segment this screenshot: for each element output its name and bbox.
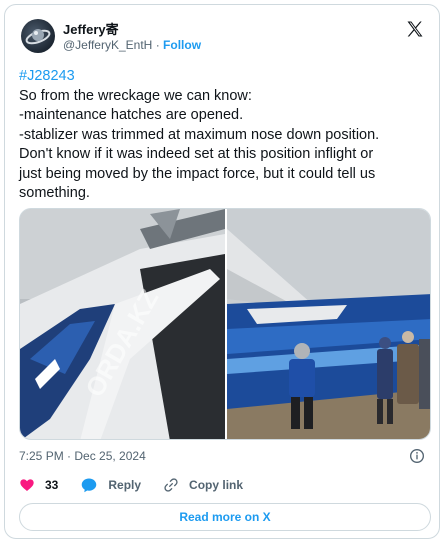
info-icon[interactable] <box>409 448 425 464</box>
tweet-line: -maintenance hatches are opened. <box>19 107 244 123</box>
wreckage-photo-left[interactable]: ORDA.KZ <box>20 209 225 440</box>
hashtag-link[interactable]: #J28243 <box>19 67 431 87</box>
like-count: 33 <box>45 478 59 492</box>
tweet-text: #J28243 So from the wreckage we can know… <box>19 67 431 204</box>
tweet-line: Don't know if it was indeed set at this … <box>19 146 374 162</box>
heart-icon <box>20 479 34 491</box>
wreckage-photo-right[interactable] <box>227 209 431 440</box>
action-bar: 33 Reply Copy link <box>19 477 265 493</box>
timestamp[interactable]: 7:25 PM · Dec 25, 2024 <box>19 449 146 463</box>
avatar[interactable] <box>21 19 55 53</box>
follow-button[interactable]: Follow <box>163 38 201 52</box>
link-icon <box>164 478 178 492</box>
handle-row: @JefferyK_EntH · Follow <box>63 38 201 52</box>
read-more-button[interactable]: Read more on X <box>19 503 431 531</box>
copy-link-label: Copy link <box>189 478 244 492</box>
media-grid: ORDA.KZ <box>19 208 431 440</box>
reply-bubble-icon <box>82 478 97 493</box>
handle[interactable]: @JefferyK_EntH <box>63 38 152 52</box>
reply-label: Reply <box>108 478 142 492</box>
tweet-line: -stablizer was trimmed at maximum nose d… <box>19 126 380 143</box>
tweet-line: something. <box>19 185 90 201</box>
x-logo-icon[interactable] <box>405 19 425 39</box>
avatar-image <box>25 29 51 45</box>
display-name[interactable]: Jeffery寄 <box>63 19 119 38</box>
handle-separator: · <box>155 38 160 52</box>
like-button[interactable]: 33 <box>19 477 58 493</box>
reply-button[interactable]: Reply <box>80 477 141 493</box>
copy-link-button[interactable]: Copy link <box>163 477 243 493</box>
tweet-line: So from the wreckage we can know: <box>19 87 252 104</box>
tweet-card: Jeffery寄 @JefferyK_EntH · Follow #J28243… <box>4 4 440 539</box>
tweet-line: just being moved by the impact force, bu… <box>19 165 376 182</box>
